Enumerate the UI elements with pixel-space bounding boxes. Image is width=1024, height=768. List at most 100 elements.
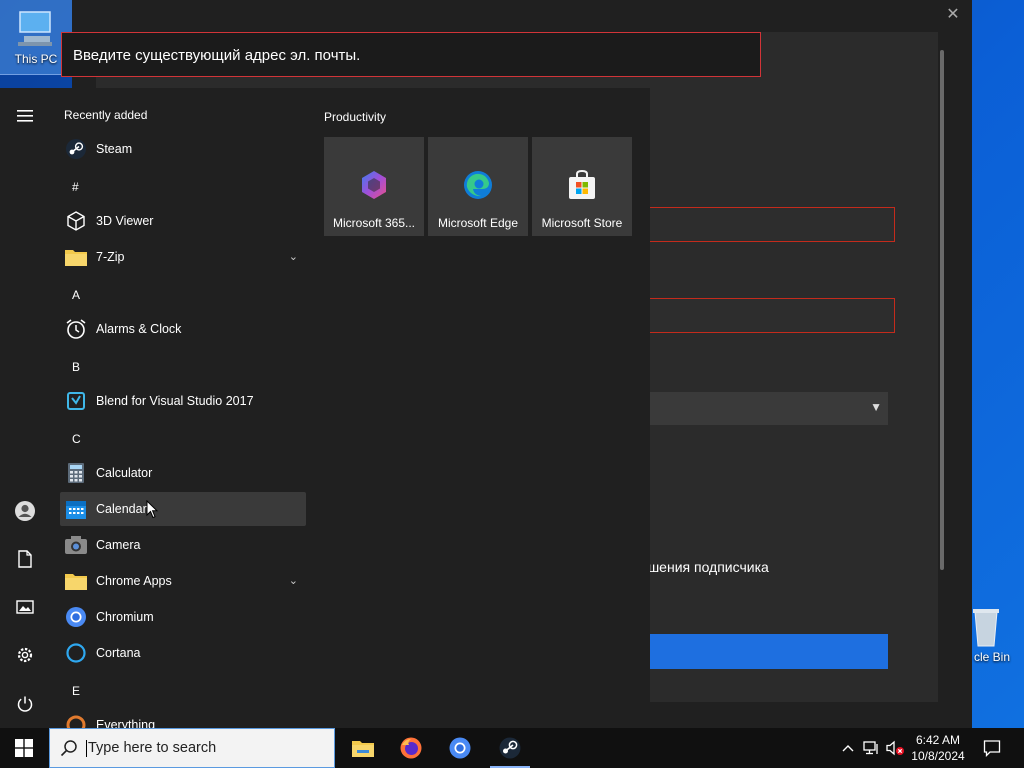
firefox-icon bbox=[400, 737, 422, 759]
app-item-cortana[interactable]: Cortana bbox=[60, 636, 306, 670]
app-label: Calculator bbox=[96, 466, 153, 480]
chromium-icon bbox=[64, 605, 88, 629]
blend-icon bbox=[64, 389, 88, 413]
hamburger-icon bbox=[17, 110, 33, 122]
app-label: Steam bbox=[96, 142, 133, 156]
app-item-chrome-apps[interactable]: Chrome Apps ⌄ bbox=[60, 564, 306, 598]
app-item-calendar[interactable]: Calendar bbox=[60, 492, 306, 526]
this-pc-label: This PC bbox=[14, 52, 58, 66]
tile-microsoft-edge[interactable]: Microsoft Edge bbox=[428, 137, 528, 236]
microsoft-365-icon bbox=[362, 171, 386, 199]
calendar-icon bbox=[64, 497, 88, 521]
show-hidden-icons-button[interactable] bbox=[838, 728, 858, 768]
app-item-everything[interactable]: Everything bbox=[60, 708, 306, 728]
app-label: Camera bbox=[96, 538, 141, 552]
taskbar: Type here to search 6:42 AM 10/8/2024 bbox=[0, 728, 1024, 768]
productivity-group-header: Productivity bbox=[324, 110, 387, 124]
app-list: Recently added Steam # 3D Viewer 7-Zip ⌄… bbox=[58, 88, 310, 728]
app-label: Alarms & Clock bbox=[96, 322, 182, 336]
taskbar-search-box[interactable]: Type here to search bbox=[49, 728, 335, 768]
clock-time: 6:42 AM bbox=[915, 733, 961, 747]
start-rail bbox=[0, 88, 50, 728]
network-icon bbox=[863, 741, 878, 755]
everything-icon bbox=[64, 713, 88, 728]
app-item-camera[interactable]: Camera bbox=[60, 528, 306, 562]
subscriber-agreement-text: лашения подписчика bbox=[632, 559, 769, 575]
chevron-up-icon bbox=[842, 745, 854, 752]
edge-icon bbox=[464, 171, 492, 199]
user-icon bbox=[15, 501, 35, 521]
email-error-message: Введите существующий адрес эл. почты. bbox=[61, 32, 761, 77]
documents-button[interactable] bbox=[5, 539, 45, 579]
app-item-steam[interactable]: Steam bbox=[60, 132, 306, 166]
app-item-chromium[interactable]: Chromium bbox=[60, 600, 306, 634]
tile-label: Microsoft Edge bbox=[437, 216, 519, 230]
app-label: Cortana bbox=[96, 646, 141, 660]
pictures-icon bbox=[16, 600, 34, 614]
gear-icon bbox=[17, 647, 33, 663]
chromium-icon bbox=[449, 737, 471, 759]
recycle-bin-icon bbox=[973, 609, 999, 647]
power-button[interactable] bbox=[5, 684, 45, 724]
settings-button[interactable] bbox=[5, 635, 45, 675]
app-item-3d-viewer[interactable]: 3D Viewer bbox=[60, 204, 306, 238]
form-field-2[interactable] bbox=[642, 298, 895, 333]
app-label: Everything bbox=[96, 718, 156, 728]
folder-icon bbox=[64, 245, 88, 269]
alarm-clock-icon bbox=[64, 317, 88, 341]
document-icon bbox=[18, 550, 32, 568]
cortana-icon bbox=[64, 641, 88, 665]
action-center-button[interactable] bbox=[978, 728, 1006, 768]
app-label: Blend for Visual Studio 2017 bbox=[96, 394, 254, 408]
camera-icon bbox=[64, 533, 88, 557]
tile-microsoft-365[interactable]: Microsoft 365... bbox=[324, 137, 424, 236]
chevron-down-icon[interactable]: ⌄ bbox=[289, 250, 298, 263]
form-select[interactable]: ▼ bbox=[642, 392, 888, 425]
pictures-button[interactable] bbox=[5, 587, 45, 627]
text-caret bbox=[86, 739, 87, 757]
app-label: 7-Zip bbox=[96, 250, 125, 264]
tile-label: Microsoft 365... bbox=[332, 216, 416, 230]
scrollbar[interactable] bbox=[940, 50, 944, 570]
recently-added-header: Recently added bbox=[64, 108, 148, 122]
app-label: Chrome Apps bbox=[96, 574, 172, 588]
taskbar-steam[interactable] bbox=[486, 728, 534, 768]
letter-header-e[interactable]: E bbox=[72, 684, 80, 698]
tile-label: Microsoft Store bbox=[541, 216, 623, 230]
expand-menu-button[interactable] bbox=[5, 96, 45, 136]
letter-header-c[interactable]: C bbox=[72, 432, 81, 446]
taskbar-chromium[interactable] bbox=[436, 728, 484, 768]
app-label: Chromium bbox=[96, 610, 154, 624]
notification-icon bbox=[983, 740, 1001, 757]
window-close-icon[interactable]: ✕ bbox=[942, 4, 964, 26]
app-item-blend[interactable]: Blend for Visual Studio 2017 bbox=[60, 384, 306, 418]
letter-header-a[interactable]: A bbox=[72, 288, 80, 302]
mouse-pointer-icon bbox=[146, 500, 158, 519]
start-button[interactable] bbox=[0, 728, 48, 768]
app-item-calculator[interactable]: Calculator bbox=[60, 456, 306, 490]
taskbar-firefox[interactable] bbox=[387, 728, 435, 768]
calculator-icon bbox=[64, 461, 88, 485]
submit-button[interactable] bbox=[642, 634, 888, 669]
search-icon bbox=[60, 740, 77, 757]
user-account-button[interactable] bbox=[5, 491, 45, 531]
steam-icon bbox=[64, 137, 88, 161]
app-item-7zip[interactable]: 7-Zip ⌄ bbox=[60, 240, 306, 274]
clock-date: 10/8/2024 bbox=[911, 749, 965, 763]
network-button[interactable] bbox=[860, 728, 882, 768]
search-placeholder: Type here to search bbox=[88, 740, 217, 756]
letter-header-hash[interactable]: # bbox=[72, 180, 79, 194]
app-item-alarms-clock[interactable]: Alarms & Clock bbox=[60, 312, 306, 346]
tile-microsoft-store[interactable]: Microsoft Store bbox=[532, 137, 632, 236]
store-icon bbox=[569, 169, 595, 199]
taskbar-file-explorer[interactable] bbox=[339, 728, 387, 768]
app-label: 3D Viewer bbox=[96, 214, 154, 228]
taskbar-clock[interactable]: 6:42 AM 10/8/2024 bbox=[902, 732, 974, 764]
3d-viewer-icon bbox=[64, 209, 88, 233]
file-explorer-icon bbox=[352, 741, 374, 757]
steam-icon bbox=[499, 737, 521, 759]
letter-header-b[interactable]: B bbox=[72, 360, 80, 374]
form-field-1[interactable] bbox=[642, 207, 895, 242]
start-menu: Recently added Steam # 3D Viewer 7-Zip ⌄… bbox=[0, 88, 650, 728]
chevron-down-icon[interactable]: ⌄ bbox=[289, 574, 298, 587]
